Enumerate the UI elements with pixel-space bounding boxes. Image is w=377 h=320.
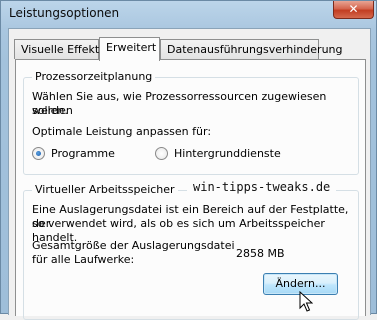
total-size-value: 2858 MB xyxy=(236,247,285,260)
group-title: Virtueller Arbeitsspeicher xyxy=(32,183,178,196)
radio-label: Programme xyxy=(51,147,115,160)
dialog-window: Leistungsoptionen ✕ Visuelle Effekte Erw… xyxy=(0,0,377,320)
change-button-label: Ändern... xyxy=(275,277,326,290)
total-size-label: Gesamtgröße der Auslagerungsdatei xyxy=(32,239,235,252)
adjust-for-label: Optimale Leistung anpassen für: xyxy=(32,125,212,138)
tab-dep[interactable]: Datenausführungsverhinderung xyxy=(160,39,343,59)
mouse-pointer-icon xyxy=(299,291,313,312)
tab-label: Visuelle Effekte xyxy=(21,43,106,56)
tab-advanced[interactable]: Erweitert xyxy=(99,37,160,61)
radio-button[interactable] xyxy=(155,147,168,160)
window-title: Leistungsoptionen xyxy=(9,6,120,20)
watermark-text: win-tipps-tweaks.de xyxy=(187,178,337,196)
title-bar[interactable]: Leistungsoptionen ✕ xyxy=(1,1,377,27)
group-title: Prozessorzeitplanung xyxy=(32,70,156,83)
close-icon: ✕ xyxy=(348,2,359,16)
processor-scheduling-group: Prozessorzeitplanung Wählen Sie aus, wie… xyxy=(23,70,359,175)
total-size-label-2: für alle Laufwerke: xyxy=(32,253,135,266)
tab-visual-effects[interactable]: Visuelle Effekte xyxy=(14,39,106,59)
dialog-client-area: Visuelle Effekte Erweitert Datenausführu… xyxy=(8,28,371,320)
tab-label: Datenausführungsverhinderung xyxy=(167,43,343,56)
radio-programs[interactable]: Programme xyxy=(32,147,142,163)
processor-description-2: sollen. xyxy=(32,104,68,117)
tab-label: Erweitert xyxy=(106,41,157,54)
processor-description: Wählen Sie aus, wie Prozessorressourcen … xyxy=(32,90,327,117)
radio-background-services[interactable]: Hintergrunddienste xyxy=(155,147,295,163)
radio-label: Hintergrunddienste xyxy=(174,147,281,160)
radio-button-checked[interactable] xyxy=(32,147,45,160)
close-button[interactable]: ✕ xyxy=(333,1,374,19)
